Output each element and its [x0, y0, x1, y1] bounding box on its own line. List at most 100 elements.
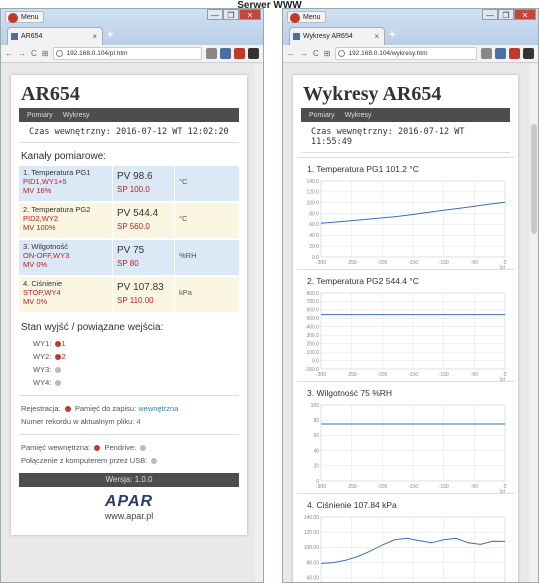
output-off-icon — [55, 367, 62, 374]
y-tick-label: 120.00 — [304, 530, 320, 536]
download-icon[interactable] — [248, 48, 259, 59]
x-axis-label: [s] — [500, 489, 506, 493]
browser-menu-button[interactable]: Menu — [287, 11, 326, 23]
address-bar[interactable]: 192.168.0.104/pl.htm — [53, 47, 202, 60]
record-number: Numer rekordu w aktualnym pliku: 4 — [21, 417, 141, 426]
y-tick-label: 60 — [313, 433, 319, 439]
internal-clock: Czas wewnętrzny: 2016-07-12 WT 12:02:20 — [19, 122, 239, 143]
y-tick-label: 500.0 — [306, 316, 319, 322]
x-tick-label: -150 — [408, 372, 418, 378]
maximize-button[interactable]: ❐ — [498, 9, 514, 20]
main-menu: Pomiary Wykresy — [301, 108, 510, 122]
apar-logo: APAR — [104, 493, 154, 510]
page-favicon-icon — [293, 33, 300, 40]
channel-pv: PV 107.83 — [117, 282, 164, 293]
new-tab-button[interactable]: + — [107, 29, 113, 41]
y-tick-label: 600.0 — [306, 308, 319, 314]
back-icon[interactable]: ← — [5, 49, 13, 58]
new-tab-button[interactable]: + — [389, 29, 395, 41]
channel-unit: °C — [174, 203, 239, 238]
x-tick-label: -100 — [439, 372, 449, 378]
window-controls: — ❐ ✕ — [482, 9, 536, 20]
memory-target-link[interactable]: wewnętrzna — [138, 404, 178, 413]
adblock-icon[interactable] — [509, 48, 520, 59]
output-row: WY4: — [11, 376, 247, 389]
channel-mv: MV 0% — [23, 260, 48, 269]
tab-close-icon[interactable]: × — [92, 28, 97, 45]
pendrive-off-icon — [140, 445, 147, 452]
internal-memory-on-icon — [94, 445, 101, 452]
channel-status: STOP,WY4 — [23, 288, 61, 297]
title-bar: Menu — ❐ ✕ Wykresy AR654 × + — [283, 9, 538, 45]
heart-icon[interactable] — [481, 48, 492, 59]
y-tick-label: 60.0 — [309, 222, 319, 228]
minimize-button[interactable]: — — [482, 9, 498, 20]
scrollbar-thumb[interactable] — [531, 124, 537, 234]
y-tick-label: 100.0 — [306, 201, 319, 207]
chart-title: 3. Wilgotność 75 %RH — [297, 381, 514, 401]
minimize-button[interactable]: — — [207, 9, 223, 20]
address-bar[interactable]: 192.168.0.104/wykresy.htm — [335, 47, 477, 60]
menu-item-pomiary[interactable]: Pomiary — [309, 112, 335, 119]
x-tick-label: -50 — [471, 484, 478, 490]
internal-clock: Czas wewnętrzny: 2016-07-12 WT 11:55:49 — [301, 122, 510, 153]
channel-pv: PV 544.4 — [117, 208, 159, 219]
extension-icon[interactable] — [220, 48, 231, 59]
y-tick-label: 120.0 — [306, 190, 319, 196]
channel-name: 3. Wilgotność — [23, 242, 69, 251]
extensions — [481, 48, 534, 59]
heart-icon[interactable] — [206, 48, 217, 59]
tab-close-icon[interactable]: × — [374, 28, 379, 45]
channel-status: PID2,WY2 — [23, 214, 59, 223]
browser-menu-button[interactable]: Menu — [5, 11, 44, 23]
browser-tab[interactable]: AR654 × — [7, 27, 103, 45]
scrollbar[interactable] — [255, 64, 263, 582]
channel-pv: PV 75 — [117, 245, 145, 256]
y-tick-label: 300.0 — [306, 333, 319, 339]
y-tick-label: 80.0 — [309, 211, 319, 217]
x-axis-label: [s] — [500, 377, 506, 381]
maximize-button[interactable]: ❐ — [223, 9, 239, 20]
site-info-icon[interactable] — [56, 50, 64, 57]
browser-tab[interactable]: Wykresy AR654 × — [289, 27, 385, 45]
page-favicon-icon — [11, 33, 18, 40]
extension-icon[interactable] — [495, 48, 506, 59]
speed-dial-icon[interactable]: ⊞ — [42, 49, 49, 58]
menu-item-wykresy[interactable]: Wykresy — [345, 112, 372, 119]
y-tick-label: 40.0 — [309, 233, 319, 239]
y-tick-label: 100.00 — [304, 545, 320, 551]
title-bar: Menu — ❐ ✕ AR654 × + — [1, 9, 263, 45]
channel-sp: SP 80 — [117, 259, 139, 268]
scrollbar[interactable] — [530, 64, 538, 582]
channel-unit: %RH — [174, 240, 239, 275]
menu-item-wykresy[interactable]: Wykresy — [63, 112, 90, 119]
menu-item-pomiary[interactable]: Pomiary — [27, 112, 53, 119]
download-icon[interactable] — [523, 48, 534, 59]
site-info-icon[interactable] — [338, 50, 346, 57]
speed-dial-icon[interactable]: ⊞ — [324, 49, 331, 58]
channel-row: 3. Wilgotność ON-OFF,WY3 MV 0% PV 75 SP 80 … — [19, 240, 239, 275]
forward-icon[interactable]: → — [300, 49, 308, 58]
browser-toolbar: ← → C ⊞ 192.168.0.104/wykresy.htm — [283, 45, 538, 63]
chart-temperatura-pg2: -100.00.0100.0200.0300.0400.0500.0600.07… — [305, 291, 507, 381]
y-tick-label: 100.0 — [306, 350, 319, 356]
x-tick-label: -200 — [377, 372, 387, 378]
close-window-button[interactable]: ✕ — [239, 9, 261, 20]
back-icon[interactable]: ← — [287, 49, 295, 58]
x-axis-label: [s] — [500, 265, 506, 269]
output-row: WY3: — [11, 363, 247, 376]
browser-toolbar: ← → C ⊞ 192.168.0.104/pl.htm — [1, 45, 263, 63]
channels-heading: Kanały pomiarowe: — [21, 151, 107, 162]
reload-icon[interactable]: C — [313, 49, 319, 58]
channel-row: 2. Temperatura PG2 PID2,WY2 MV 100% PV 544… — [19, 203, 239, 238]
adblock-icon[interactable] — [234, 48, 245, 59]
chart-title: 2. Temperatura PG2 544.4 °C — [297, 269, 514, 289]
y-tick-label: 140.00 — [304, 515, 320, 521]
forward-icon[interactable]: → — [18, 49, 26, 58]
usb-status: Połączenie z komputerem przez USB: — [11, 454, 247, 467]
reload-icon[interactable]: C — [31, 49, 37, 58]
y-tick-label: 0.0 — [312, 358, 319, 364]
y-tick-label: 60.00 — [306, 576, 319, 582]
x-tick-label: -150 — [408, 260, 418, 266]
close-window-button[interactable]: ✕ — [514, 9, 536, 20]
